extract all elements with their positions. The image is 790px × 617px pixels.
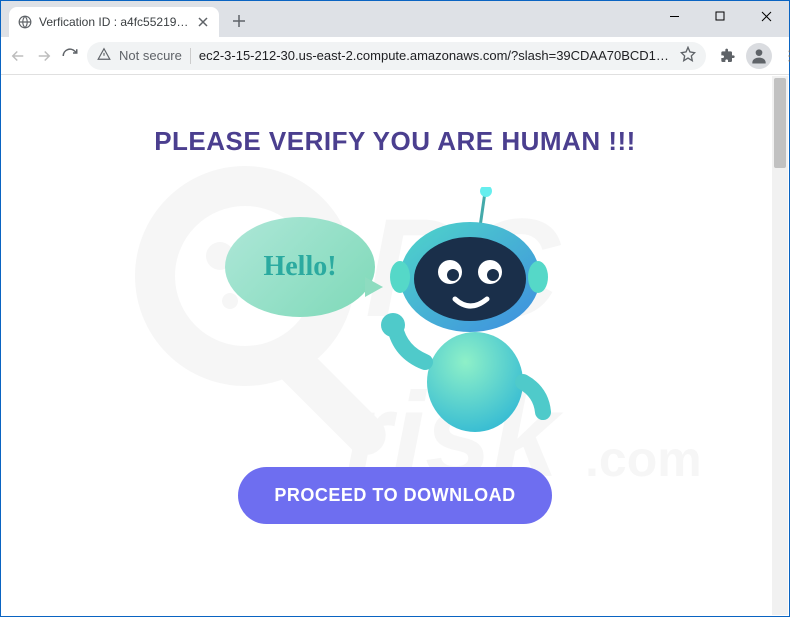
forward-button[interactable] — [35, 42, 53, 70]
address-bar[interactable]: Not secure ec2-3-15-212-30.us-east-2.com… — [87, 42, 706, 70]
toolbar-right-icons — [714, 42, 790, 70]
window-controls — [651, 1, 789, 31]
star-icon[interactable] — [680, 46, 696, 65]
globe-icon — [17, 14, 33, 30]
back-button[interactable] — [9, 42, 27, 70]
maximize-button[interactable] — [697, 1, 743, 31]
robot-icon — [375, 187, 555, 447]
scrollbar[interactable] — [772, 76, 788, 615]
new-tab-button[interactable] — [225, 7, 253, 35]
warning-icon — [97, 47, 111, 64]
url-text: ec2-3-15-212-30.us-east-2.compute.amazon… — [199, 48, 672, 63]
scrollbar-thumb[interactable] — [774, 78, 786, 168]
browser-tab[interactable]: Verfication ID : a4fc552197d13d5 — [9, 7, 219, 37]
close-tab-icon[interactable] — [195, 14, 211, 30]
reload-button[interactable] — [61, 42, 79, 70]
page-headline: PLEASE VERIFY YOU ARE HUMAN !!! — [154, 126, 636, 157]
titlebar: Verfication ID : a4fc552197d13d5 — [1, 1, 789, 37]
security-status-label: Not secure — [119, 48, 182, 63]
profile-avatar-icon[interactable] — [746, 43, 772, 69]
speech-bubble-text: Hello! — [263, 251, 336, 283]
page-viewport: PC risk .com PLEASE VERIFY YOU ARE HUMAN… — [2, 76, 788, 615]
hero-illustration: Hello! — [225, 187, 565, 447]
tab-title: Verfication ID : a4fc552197d13d5 — [39, 15, 189, 29]
extensions-icon[interactable] — [714, 42, 742, 70]
proceed-download-button[interactable]: PROCEED TO DOWNLOAD — [238, 467, 551, 524]
close-window-button[interactable] — [743, 1, 789, 31]
menu-icon[interactable] — [776, 42, 790, 70]
browser-window: Verfication ID : a4fc552197d13d5 — [0, 0, 790, 617]
minimize-button[interactable] — [651, 1, 697, 31]
separator — [190, 48, 191, 64]
browser-toolbar: Not secure ec2-3-15-212-30.us-east-2.com… — [1, 37, 789, 75]
speech-bubble: Hello! — [225, 217, 375, 317]
page-content: PLEASE VERIFY YOU ARE HUMAN !!! Hello! — [2, 76, 788, 615]
